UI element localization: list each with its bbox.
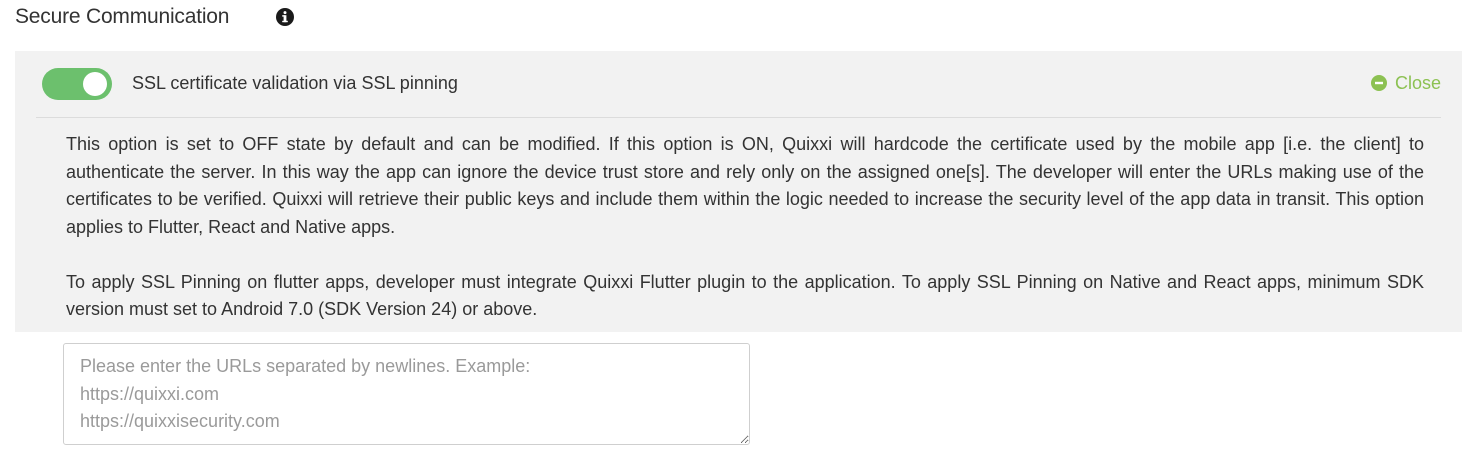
ssl-pinning-toggle[interactable] [42, 68, 112, 100]
close-label: Close [1394, 72, 1441, 93]
ssl-pinning-label: SSL certificate validation via SSL pinni… [132, 73, 458, 93]
close-button[interactable]: Close [1370, 71, 1441, 95]
description-paragraph: To apply SSL Pinning on flutter apps, de… [66, 271, 1424, 320]
divider [36, 117, 1441, 118]
ssl-urls-textarea[interactable] [63, 343, 750, 445]
description-paragraph: This option is set to OFF state by defau… [66, 134, 1424, 237]
toggle-knob [83, 72, 107, 96]
option-description: This option is set to OFF state by defau… [66, 131, 1424, 324]
section-title: Secure Communication [15, 5, 230, 28]
info-icon[interactable] [275, 7, 295, 27]
minus-circle-icon [1370, 75, 1387, 91]
ssl-pinning-panel: SSL certificate validation via SSL pinni… [15, 51, 1462, 332]
section-header: Secure Communication [15, 4, 229, 30]
